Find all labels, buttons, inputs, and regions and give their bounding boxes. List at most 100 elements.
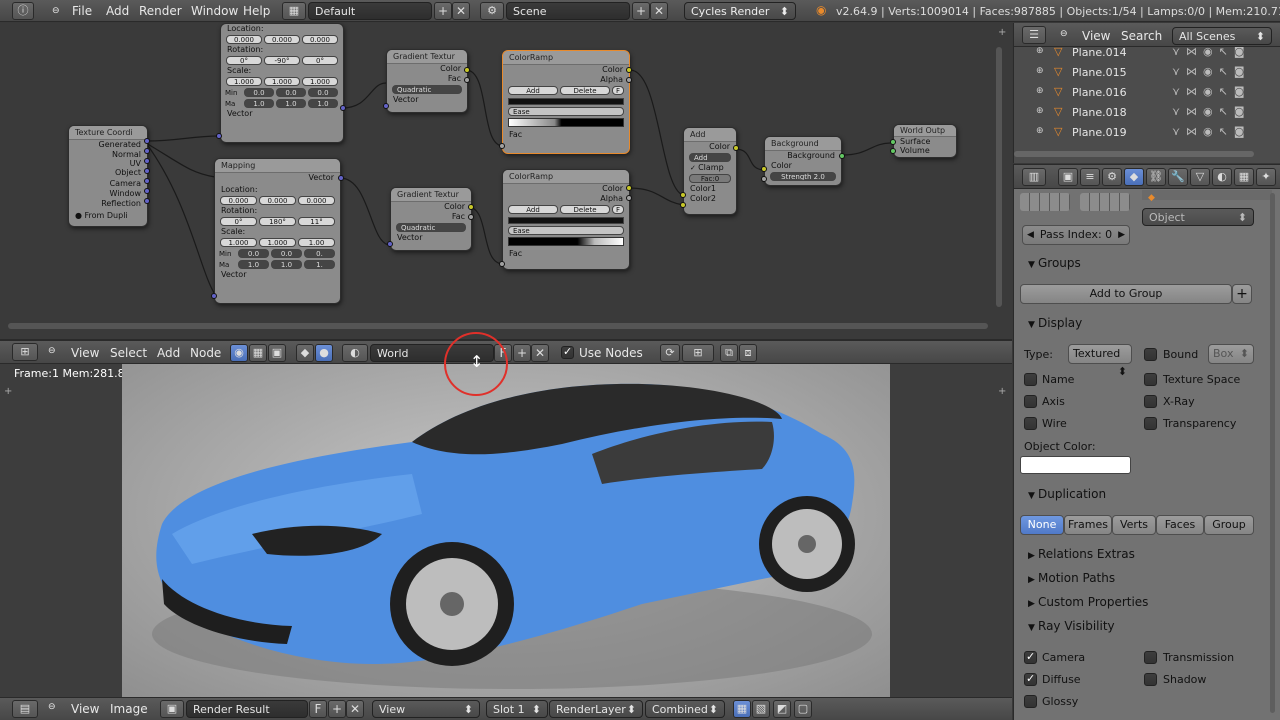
screen-layout-field[interactable]: Default bbox=[308, 2, 432, 20]
delete-screen-button[interactable]: ✕ bbox=[452, 2, 470, 20]
pin-image-icon[interactable]: ▢ bbox=[794, 700, 812, 718]
wire-checkbox[interactable] bbox=[1024, 417, 1037, 430]
use-nodes-checkbox[interactable] bbox=[561, 345, 574, 359]
outliner-item[interactable]: ⊕ ▽ Plane.018 ⋎⋈◉↖◙ bbox=[1014, 104, 1266, 124]
add-scene-button[interactable]: + bbox=[632, 2, 650, 20]
render-tab-icon[interactable]: ▣ bbox=[1058, 168, 1078, 186]
copy-nodes-icon[interactable]: ⧉ bbox=[720, 344, 738, 362]
scale-z-field[interactable]: 1.000 bbox=[302, 77, 338, 86]
color-ramp-gradient[interactable] bbox=[508, 118, 624, 127]
max-z-field[interactable]: 1.0 bbox=[308, 99, 338, 108]
area-split-plus-icon[interactable]: + bbox=[4, 386, 12, 397]
relations-extras-panel-header[interactable]: ▶ Relations Extras bbox=[1020, 544, 1268, 564]
collapse-menu-icon[interactable]: ⊖ bbox=[1060, 29, 1068, 39]
particles-tab-icon[interactable]: ✦ bbox=[1256, 168, 1276, 186]
draw-mode-icon[interactable]: ◩ bbox=[773, 700, 791, 718]
paste-nodes-icon[interactable]: ⧈ bbox=[739, 344, 757, 362]
add-stop-button[interactable]: Add bbox=[508, 205, 558, 214]
unlink-world-button[interactable]: ✕ bbox=[531, 344, 549, 362]
diffuse-ray-checkbox[interactable] bbox=[1024, 672, 1037, 686]
flip-button[interactable]: F bbox=[612, 205, 624, 214]
object-color-swatch[interactable] bbox=[1020, 456, 1131, 474]
socket[interactable] bbox=[733, 145, 739, 151]
location-z-field[interactable]: 0.000 bbox=[298, 196, 335, 205]
fake-user-button[interactable]: F bbox=[309, 700, 327, 718]
outliner-item[interactable]: ⊕ ▽ Plane.014 ⋎⋈◉↖◙ bbox=[1014, 47, 1266, 64]
rotation-y-field[interactable]: -90° bbox=[264, 56, 300, 65]
image-editor[interactable]: Frame:1 Mem:281.84M, Peak: 284.32M Time:… bbox=[0, 332, 1012, 697]
scale-x-field[interactable]: 1.000 bbox=[226, 77, 262, 86]
snap-element-icon[interactable]: ⊞ bbox=[682, 344, 714, 362]
min-x-field[interactable]: 0.0 bbox=[238, 249, 269, 258]
location-z-field[interactable]: 0.000 bbox=[302, 35, 338, 44]
collapse-menu-icon[interactable]: ⊖ bbox=[48, 702, 56, 712]
screen-layout-icon[interactable]: ▦ bbox=[282, 2, 306, 20]
object-tab-icon[interactable]: ◆ bbox=[1124, 168, 1144, 186]
bound-checkbox[interactable] bbox=[1144, 348, 1157, 361]
menu-view[interactable]: View bbox=[71, 702, 99, 716]
image-name-field[interactable]: Render Result bbox=[186, 700, 308, 718]
socket[interactable] bbox=[144, 148, 150, 154]
interpolation-select[interactable]: Ease bbox=[508, 226, 624, 235]
texture-nodes-icon[interactable]: ▣ bbox=[268, 344, 286, 362]
scene-field[interactable]: Scene bbox=[506, 2, 630, 20]
expand-icon[interactable]: ⊕ bbox=[1036, 106, 1044, 116]
socket[interactable] bbox=[383, 103, 389, 109]
data-tab-icon[interactable]: ▽ bbox=[1190, 168, 1210, 186]
fac-field[interactable]: Fac:0 bbox=[689, 174, 731, 183]
compositing-nodes-icon[interactable]: ▦ bbox=[249, 344, 267, 362]
socket[interactable] bbox=[468, 204, 474, 210]
socket[interactable] bbox=[761, 166, 767, 172]
mapping-node-top[interactable]: Location: 0.000 0.000 0.000 Rotation: 0°… bbox=[220, 23, 344, 143]
expand-icon[interactable]: ⊕ bbox=[1036, 47, 1044, 56]
interpolation-select[interactable]: Ease bbox=[508, 107, 624, 116]
transparency-checkbox[interactable] bbox=[1144, 417, 1157, 430]
name-checkbox[interactable] bbox=[1024, 373, 1037, 386]
outliner-item[interactable]: ⊕ ▽ Plane.015 ⋎⋈◉↖◙ bbox=[1014, 64, 1266, 84]
constraints-tab-icon[interactable]: ⛓ bbox=[1146, 168, 1166, 186]
colorramp-node-bottom[interactable]: ColorRamp Color Alpha Add Delete F Ease … bbox=[502, 169, 630, 270]
scene-tab-icon[interactable]: ⚙ bbox=[1102, 168, 1122, 186]
gradient-texture-node-top[interactable]: Gradient Textur Color Fac Quadratic Vect… bbox=[386, 49, 468, 113]
texture-coordinate-node[interactable]: Texture Coordi Generated Normal UV Objec… bbox=[68, 125, 148, 227]
add-stop-button[interactable]: Add bbox=[508, 86, 558, 95]
world-output-node[interactable]: World Outp Surface Volume bbox=[893, 124, 957, 158]
socket[interactable] bbox=[144, 158, 150, 164]
location-x-field[interactable]: 0.000 bbox=[226, 35, 262, 44]
shader-nodes-icon[interactable]: ◉ bbox=[230, 344, 248, 362]
min-y-field[interactable]: 0.0 bbox=[276, 88, 306, 97]
transmission-ray-checkbox[interactable] bbox=[1144, 651, 1157, 664]
menu-file[interactable]: File bbox=[72, 4, 92, 18]
socket[interactable] bbox=[890, 139, 896, 145]
custom-properties-panel-header[interactable]: ▶ Custom Properties bbox=[1020, 592, 1268, 612]
delete-stop-button[interactable]: Delete bbox=[560, 86, 610, 95]
socket[interactable] bbox=[338, 175, 344, 181]
new-image-button[interactable]: + bbox=[328, 700, 346, 718]
min-y-field[interactable]: 0.0 bbox=[271, 249, 302, 258]
display-mode-select[interactable]: All Scenes ⬍ bbox=[1172, 27, 1272, 45]
menu-select[interactable]: Select bbox=[110, 346, 147, 360]
min-z-field[interactable]: 0.0 bbox=[308, 88, 338, 97]
texture-space-checkbox[interactable] bbox=[1144, 373, 1157, 386]
collapse-menu-icon[interactable]: ⊖ bbox=[52, 6, 60, 16]
scene-icon[interactable]: ⚙ bbox=[480, 2, 504, 20]
socket[interactable] bbox=[468, 214, 474, 220]
editor-type-icon[interactable]: ▤ bbox=[12, 700, 38, 718]
texture-tab-icon[interactable]: ▦ bbox=[1234, 168, 1254, 186]
socket[interactable] bbox=[890, 148, 896, 154]
layer-grid-1[interactable] bbox=[1020, 193, 1070, 211]
dupli-frames-button[interactable]: Frames bbox=[1064, 515, 1112, 535]
add-screen-button[interactable]: + bbox=[434, 2, 452, 20]
menu-render[interactable]: Render bbox=[139, 4, 182, 18]
visibility-icons[interactable]: ⋎⋈◉↖◙ bbox=[1172, 65, 1251, 78]
bound-type-select[interactable]: Box ⬍ bbox=[1208, 344, 1254, 364]
socket[interactable] bbox=[464, 67, 470, 73]
colorramp-node-top[interactable]: ColorRamp Color Alpha Add Delete F Ease … bbox=[502, 50, 630, 154]
clamp-checkbox[interactable]: ✓ Clamp bbox=[684, 163, 736, 173]
expand-icon[interactable]: ⊕ bbox=[1036, 86, 1044, 96]
socket[interactable] bbox=[387, 241, 393, 247]
from-dupli-checkbox[interactable]: ● From Dupli bbox=[69, 211, 147, 221]
mix-add-node[interactable]: Add Color Add ✓ Clamp Fac:0 Color1 Color… bbox=[683, 127, 737, 215]
location-y-field[interactable]: 0.000 bbox=[264, 35, 300, 44]
menu-image[interactable]: Image bbox=[110, 702, 148, 716]
